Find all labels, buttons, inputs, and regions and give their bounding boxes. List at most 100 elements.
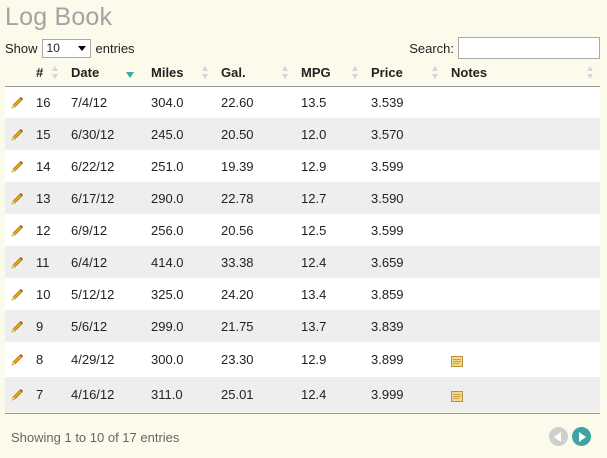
table-row: 9 5/6/12 299.0 21.75 13.7 3.839 (5, 310, 600, 342)
cell-miles: 414.0 (151, 254, 184, 270)
chevron-down-icon (77, 45, 86, 51)
edit-cell (5, 118, 30, 150)
cell-gal: 20.56 (221, 222, 254, 238)
col-header-gal[interactable]: Gal. (215, 60, 295, 87)
cell-miles: 256.0 (151, 222, 184, 238)
page-title: Log Book (5, 3, 113, 31)
cell-num: 11 (36, 254, 50, 270)
table-header-row: # Date Miles Gal. MPG Price Notes (5, 60, 600, 87)
pencil-icon[interactable] (10, 353, 24, 367)
cell-num: 15 (36, 126, 51, 142)
pencil-icon[interactable] (10, 96, 24, 110)
cell-mpg: 13.4 (301, 286, 327, 302)
cell-notes (445, 182, 600, 214)
edit-cell (5, 278, 30, 310)
previous-page-button[interactable] (549, 427, 568, 446)
cell-num: 10 (36, 286, 51, 302)
cell-date: 6/22/12 (71, 158, 115, 174)
edit-cell (5, 377, 30, 412)
table-row: 10 5/12/12 325.0 24.20 13.4 3.859 (5, 278, 600, 310)
sort-icon (587, 66, 594, 80)
cell-mpg: 12.4 (301, 387, 327, 402)
col-header-miles[interactable]: Miles (145, 60, 215, 87)
cell-gal: 25.01 (221, 387, 254, 402)
cell-notes (445, 118, 600, 150)
table-row: 8 4/29/12 300.0 23.30 12.9 3.899 (5, 342, 600, 377)
pencil-icon[interactable] (10, 160, 24, 174)
edit-cell (5, 246, 30, 278)
cell-price: 3.590 (371, 190, 404, 206)
cell-notes (445, 342, 600, 377)
cell-notes (445, 377, 600, 412)
sort-icon (352, 66, 359, 80)
note-icon[interactable] (451, 390, 463, 403)
entries-per-page-value: 10 (46, 41, 60, 55)
pencil-icon[interactable] (10, 192, 24, 206)
sort-desc-icon (126, 72, 134, 78)
cell-price: 3.859 (371, 286, 404, 302)
cell-price: 3.659 (371, 254, 404, 270)
cell-date: 7/4/12 (71, 94, 108, 110)
cell-mpg: 12.5 (301, 222, 327, 238)
cell-date: 6/30/12 (71, 126, 115, 142)
cell-date: 6/4/12 (71, 254, 108, 270)
cell-date: 5/12/12 (71, 286, 115, 302)
cell-miles: 311.0 (151, 387, 183, 402)
col-header-mpg[interactable]: MPG (295, 60, 365, 87)
table-row: 13 6/17/12 290.0 22.78 12.7 3.590 (5, 182, 600, 214)
cell-notes (445, 86, 600, 118)
cell-date: 6/17/12 (71, 190, 115, 206)
cell-price: 3.899 (371, 352, 404, 367)
sort-icon (432, 66, 439, 80)
cell-mpg: 13.5 (301, 94, 327, 110)
cell-gal: 22.60 (221, 94, 254, 110)
cell-price: 3.570 (371, 126, 404, 142)
edit-cell (5, 214, 30, 246)
cell-num: 7 (36, 387, 44, 402)
cell-price: 3.539 (371, 94, 404, 110)
cell-mpg: 12.9 (301, 352, 327, 367)
entries-per-page-select[interactable]: 10 (41, 38, 91, 58)
pagination (549, 427, 591, 446)
cell-miles: 251.0 (151, 158, 184, 174)
sort-icon (282, 66, 289, 80)
cell-mpg: 12.7 (301, 190, 327, 206)
cell-miles: 245.0 (151, 126, 184, 142)
entries-label: entries (95, 40, 135, 56)
sort-icon (52, 66, 59, 80)
cell-notes (445, 310, 600, 342)
cell-date: 4/29/12 (71, 352, 115, 367)
col-header-notes[interactable]: Notes (445, 60, 600, 87)
col-header-price[interactable]: Price (365, 60, 445, 87)
cell-notes (445, 214, 600, 246)
next-page-button[interactable] (572, 427, 591, 446)
cell-gal: 33.38 (221, 254, 254, 270)
cell-num: 12 (36, 222, 51, 238)
cell-num: 8 (36, 352, 44, 367)
pencil-icon[interactable] (10, 288, 24, 302)
table-row: 7 4/16/12 311.0 25.01 12.4 3.999 (5, 377, 600, 412)
cell-price: 3.839 (371, 318, 404, 334)
cell-date: 6/9/12 (71, 222, 108, 238)
pencil-icon[interactable] (10, 256, 24, 270)
pencil-icon[interactable] (10, 320, 24, 334)
search-control: Search: (409, 37, 600, 59)
table-bottom-border (5, 413, 600, 414)
col-header-date[interactable]: Date (65, 60, 145, 87)
cell-mpg: 13.7 (301, 318, 327, 334)
pencil-icon[interactable] (10, 128, 24, 142)
cell-num: 16 (36, 94, 51, 110)
col-header-num[interactable]: # (30, 60, 65, 87)
pencil-icon[interactable] (10, 224, 24, 238)
pencil-icon[interactable] (10, 388, 24, 402)
edit-cell (5, 342, 30, 377)
note-icon[interactable] (451, 355, 463, 368)
edit-cell (5, 182, 30, 214)
cell-price: 3.599 (371, 158, 404, 174)
cell-miles: 325.0 (151, 286, 184, 302)
cell-num: 13 (36, 190, 51, 206)
search-label: Search: (409, 40, 454, 56)
cell-num: 14 (36, 158, 51, 174)
cell-miles: 304.0 (151, 94, 184, 110)
search-input[interactable] (458, 37, 600, 59)
